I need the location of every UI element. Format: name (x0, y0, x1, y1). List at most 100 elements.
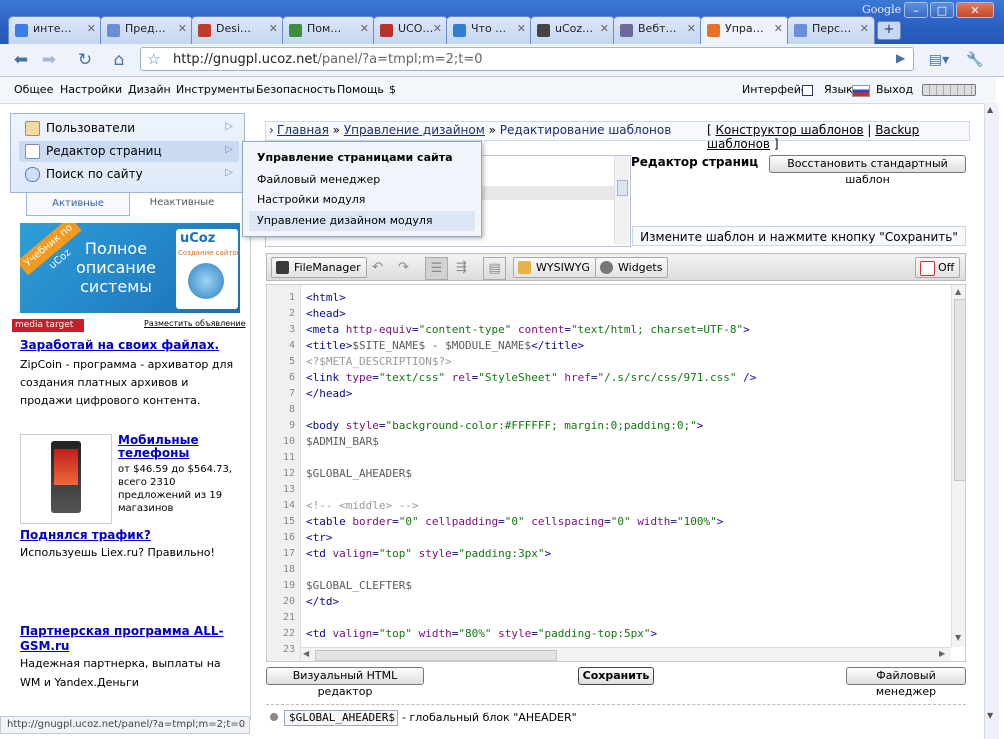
restore-template-button[interactable]: Восстановить стандартный шаблон (769, 155, 966, 186)
code-horizontal-scrollbar[interactable]: ◀ ▶ (301, 647, 951, 661)
exit-link[interactable]: Выход (876, 83, 913, 96)
nav-item-site-search[interactable]: Поиск по сайту ▷ (19, 164, 239, 185)
browser-tab[interactable]: инте… ✕ (8, 16, 102, 44)
code-editor[interactable]: 1 2 3 4 5 6 7 8 9 10 11 12 13 14 15 16 17 18 19 20 21 22 23 <h… (266, 284, 966, 662)
language-label[interactable]: Язык (824, 83, 853, 96)
scroll-up-icon[interactable]: ▲ (955, 287, 961, 296)
code-line[interactable]: <title>$SITE_NAME$ - $MODULE_NAME$</titl… (306, 339, 584, 352)
file-manager-button[interactable]: Файловый менеджер (846, 667, 966, 698)
home-icon[interactable]: ⌂ (108, 50, 130, 70)
ad1-title-text[interactable]: Заработай на своих файлах. (20, 338, 219, 352)
global-var-code[interactable]: $GLOBAL_AHEADER$ (284, 710, 398, 726)
browser-tab[interactable]: Перс… ✕ (787, 16, 875, 44)
code-line[interactable]: <!-- <middle> --> (306, 499, 419, 512)
code-line[interactable]: <meta http-equiv="content-type" content=… (306, 323, 750, 336)
interface-checkbox[interactable] (802, 85, 813, 96)
off-button[interactable]: Off (915, 257, 961, 278)
visual-html-editor-button[interactable]: Визуальный HTML редактор (266, 667, 424, 698)
close-tab-icon[interactable]: ✕ (860, 22, 869, 35)
code-line[interactable]: <td valign="top" style="padding:3px"> (306, 547, 551, 560)
code-line[interactable]: </head> (306, 387, 352, 400)
close-window-button[interactable]: ✕ (956, 2, 994, 18)
close-tab-icon[interactable]: ✕ (269, 22, 278, 35)
code-line[interactable]: </td> (306, 595, 339, 608)
browser-tab[interactable]: Desi… ✕ (191, 16, 284, 44)
width-slider[interactable] (922, 84, 976, 96)
template-list-scrollbar[interactable] (614, 156, 629, 244)
scroll-thumb[interactable] (954, 299, 965, 481)
browser-tab[interactable]: Пом… ✕ (282, 16, 375, 44)
menu-item-security[interactable]: Безопасность (256, 83, 336, 96)
page-scrollbar[interactable]: ▲ ▼ (984, 103, 999, 739)
browser-tab[interactable]: Пред… ✕ (100, 16, 193, 44)
address-bar[interactable]: ☆ http://gnugpl.ucoz.net/panel/?a=tmpl;m… (140, 47, 914, 71)
code-line[interactable]: $GLOBAL_CLEFTER$ (306, 579, 412, 592)
browser-tab[interactable]: uCoz… ✕ (530, 16, 615, 44)
wrap-icon[interactable]: ⇶ (451, 257, 472, 278)
scroll-up-icon[interactable]: ▲ (987, 105, 993, 114)
menu-item-dollar[interactable]: $ (389, 83, 396, 96)
new-tab-button[interactable]: + (877, 21, 901, 40)
forward-icon[interactable]: ➡ (38, 50, 60, 70)
back-icon[interactable]: ⬅ (10, 50, 32, 70)
hscroll-thumb[interactable] (315, 650, 557, 661)
browser-tab[interactable]: Что … ✕ (446, 16, 532, 44)
phone-image[interactable] (20, 434, 112, 524)
code-vertical-scrollbar[interactable]: ▲ ▼ (951, 285, 965, 647)
menu-item-settings[interactable]: Настройки (60, 83, 122, 96)
menu-item-help[interactable]: Помощь (337, 83, 384, 96)
close-tab-icon[interactable]: ✕ (600, 22, 609, 35)
interface-label[interactable]: Интерфейс (742, 83, 807, 96)
filemanager-button[interactable]: FileManager (271, 257, 367, 278)
wysiwyg-button[interactable]: WYSIWYG (513, 257, 596, 278)
code-line[interactable]: $GLOBAL_AHEADER$ (306, 467, 412, 480)
ad2-title-text[interactable]: Мобильные телефоны (118, 433, 199, 460)
star-icon[interactable]: ☆ (147, 50, 160, 68)
ad2-title[interactable]: Мобильные телефоны (118, 434, 218, 460)
save-button[interactable]: Сохранить (578, 667, 654, 685)
code-line[interactable]: <head> (306, 307, 346, 320)
format-icon[interactable]: ▤ (483, 257, 506, 280)
wrench-icon[interactable]: 🔧 (964, 50, 986, 70)
browser-tab[interactable]: UCO… ✕ (373, 16, 448, 44)
browser-tab[interactable]: Вебт… ✕ (613, 16, 702, 44)
nav-item-page-editor[interactable]: Редактор страниц ▷ (19, 141, 239, 162)
close-tab-icon[interactable]: ✕ (360, 22, 369, 35)
submenu-module-design[interactable]: Управление дизайном модуля (249, 211, 475, 231)
place-ad-link[interactable]: Разместить объявление (144, 319, 246, 328)
code-line[interactable]: <html> (306, 291, 346, 304)
submenu-module-settings[interactable]: Настройки модуля (249, 190, 475, 210)
ucoz-banner[interactable]: Учебник по uCoz Полное описание системы … (20, 223, 240, 313)
ad4-title[interactable]: Партнерская программа ALL-GSM.ru (20, 624, 230, 654)
menu-item-general[interactable]: Общее (14, 83, 53, 96)
ad3-title-text[interactable]: Поднялся трафик? (20, 528, 151, 542)
template-builder-link[interactable]: Конструктор шаблонов (716, 123, 864, 137)
close-tab-icon[interactable]: ✕ (433, 22, 442, 35)
scroll-right-icon[interactable]: ▶ (939, 649, 945, 658)
code-line[interactable]: <?$META_DESCRIPTION$?> (306, 355, 452, 368)
code-line[interactable]: <link type="text/css" rel="StyleSheet" h… (306, 371, 756, 384)
media-target-logo[interactable]: media target (12, 319, 84, 332)
undo-icon[interactable]: ↶ (367, 257, 388, 278)
code-line[interactable]: <tr> (306, 531, 333, 544)
russian-flag-icon[interactable] (852, 85, 870, 97)
nav-item-users[interactable]: Пользователи ▷ (19, 118, 239, 139)
close-tab-icon[interactable]: ✕ (774, 22, 783, 35)
ad4-title-text[interactable]: Партнерская программа ALL-GSM.ru (20, 624, 223, 653)
scroll-left-icon[interactable]: ◀ (303, 649, 309, 658)
close-tab-icon[interactable]: ✕ (687, 22, 696, 35)
go-arrow-icon[interactable]: ▶ (896, 51, 905, 65)
ad1-title[interactable]: Заработай на своих файлах. (20, 338, 219, 352)
breadcrumb-design[interactable]: Управление дизайном (344, 123, 485, 137)
minimize-button[interactable]: – (904, 2, 928, 18)
code-line[interactable]: <td valign="top" width="80%" style="padd… (306, 627, 657, 640)
redo-icon[interactable]: ↷ (393, 257, 414, 278)
ad3-title[interactable]: Поднялся трафик? (20, 528, 151, 542)
tab-active-modules[interactable]: Активные (26, 193, 130, 216)
widgets-button[interactable]: Widgets (595, 257, 669, 278)
page-menu-icon[interactable]: ▤▾ (928, 50, 950, 70)
close-tab-icon[interactable]: ✕ (178, 22, 187, 35)
line-numbers-icon[interactable]: ☰ (425, 257, 448, 280)
browser-tab[interactable]: Упра… ✕ (700, 16, 789, 45)
breadcrumb-home[interactable]: Главная (277, 123, 329, 137)
